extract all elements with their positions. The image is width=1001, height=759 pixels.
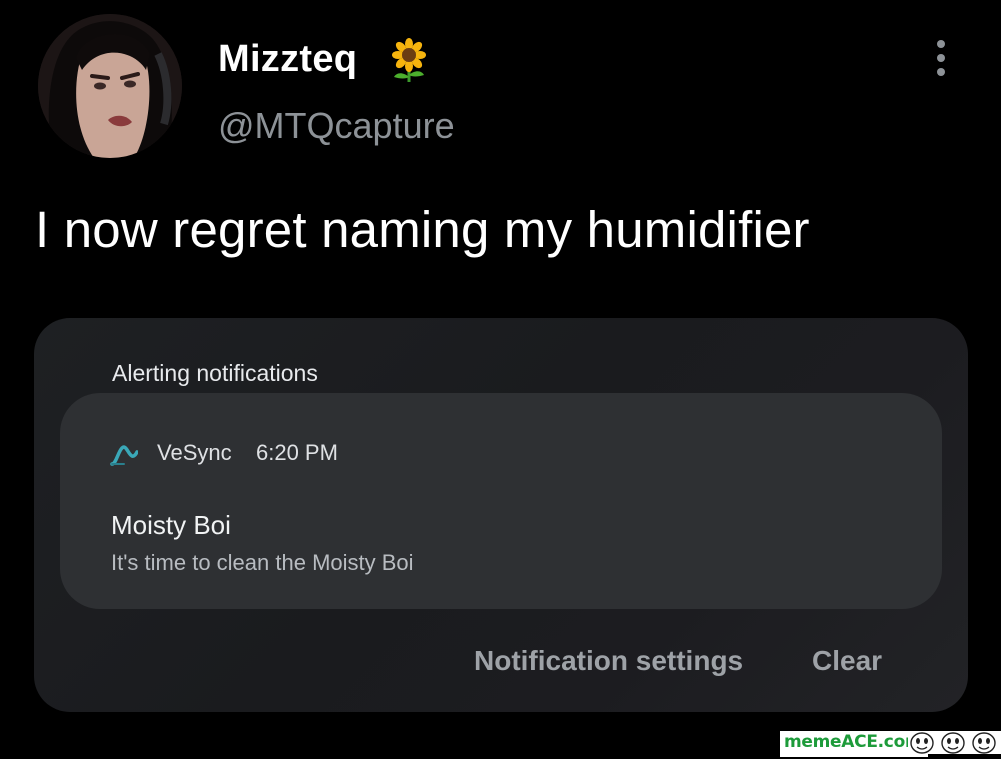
notification-body: It's time to clean the Moisty Boi — [111, 550, 414, 575]
notification-card[interactable]: VeSync 6:20 PM Moisty Boi It's time to c… — [60, 393, 942, 609]
clear-button[interactable]: Clear — [812, 645, 882, 677]
sunflower-icon — [386, 37, 432, 83]
user-handle[interactable]: @MTQcapture — [218, 105, 455, 147]
notification-title: Moisty Boi — [111, 510, 231, 540]
more-options-icon[interactable] — [934, 40, 948, 80]
vesync-app-icon — [110, 440, 139, 468]
avatar[interactable] — [38, 14, 182, 158]
notification-time: 6:20 PM — [256, 440, 338, 465]
watermark: memeACE.com — [780, 731, 929, 757]
notification-settings-button[interactable]: Notification settings — [474, 645, 743, 677]
display-name[interactable]: Mizzteq — [218, 38, 357, 81]
panel-header: Alerting notifications — [112, 360, 318, 386]
watermark-faces-icon — [908, 731, 1001, 754]
tweet-text: I now regret naming my humidifier — [35, 201, 810, 258]
notification-panel: Alerting notifications VeSync 6:20 PM Mo… — [34, 318, 968, 712]
app-name: VeSync — [157, 440, 232, 465]
